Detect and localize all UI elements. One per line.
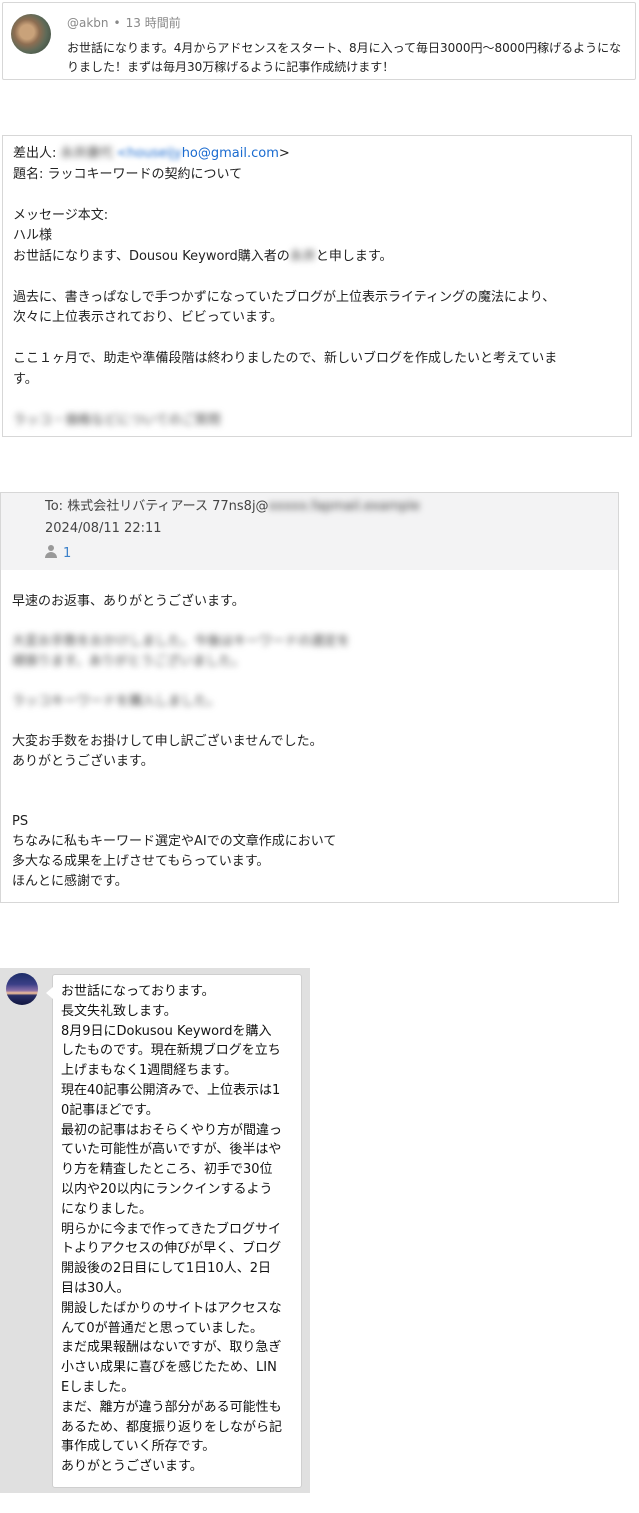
reply-line-redacted: 大変お手数をおかけしました。今後はキーワードの選定を <box>12 634 351 649</box>
chat-line: 小さい成果に喜びを感じたため、LIN <box>61 1360 277 1376</box>
reply-card: To: 株式会社リバティアース 77ns8j@xxxxx.fapmail.exa… <box>0 492 619 903</box>
body-label: メッセージ本文: <box>13 207 109 223</box>
chat-line: したものです。現在新規ブログを立ち <box>61 1043 281 1059</box>
comment-meta: @akbn • 13 時間前 <box>67 14 181 31</box>
to-label: To: 株式会社リバティアース 77ns8j@ <box>45 499 269 514</box>
reply-line: 早速のお返事、ありがとうございます。 <box>12 594 245 609</box>
email-card: 差出人: 永井康代 <houseijyho@gmail.com> 題名: ラッコ… <box>2 135 632 437</box>
recipient-count[interactable]: 1 <box>45 545 71 561</box>
chat-line: 長文失礼致します。 <box>61 1003 177 1019</box>
from-line: 差出人: 永井康代 <houseijyho@gmail.com> <box>13 144 613 165</box>
subject-line: 題名: ラッコキーワードの契約について <box>13 166 243 182</box>
chat-line: Eしました。 <box>61 1379 135 1395</box>
chat-bubble: お世話になっております。 長文失礼致します。 8月9日にDokusou Keyw… <box>46 974 302 1488</box>
chat-line: り方を精査したところ、初手で30位 <box>61 1162 273 1178</box>
chat-line: お世話になっております。 <box>61 984 215 999</box>
chat-line: 目は30人。 <box>61 1280 130 1296</box>
to-line: To: 株式会社リバティアース 77ns8j@xxxxx.fapmail.exa… <box>45 495 420 514</box>
paragraph-2-cont: す。 <box>13 371 38 387</box>
intro-text-end: と申します。 <box>315 248 393 264</box>
chat-line: 8月9日にDokusou Keywordを購入 <box>61 1023 272 1039</box>
chat-line: になりました。 <box>61 1201 153 1217</box>
chat-line: 明らかに今まで作ってきたブログサイ <box>61 1221 281 1237</box>
reply-line-redacted: 頑張ります。ありがとうございました。 <box>12 654 245 669</box>
comment-text: お世話になります。4月からアドセンスをスタート、8月に入って毎日3000円～80… <box>67 41 622 74</box>
chat-line: 現在40記事公開済みで、上位表示は1 <box>61 1082 281 1098</box>
paragraph-2: ここ１ヶ月で、助走や準備段階は終わりましたので、新しいブログを作成したいと考えて… <box>13 351 558 366</box>
reply-line: ちなみに私もキーワード選定やAIでの文章作成において <box>12 834 337 849</box>
avatar[interactable] <box>11 14 51 54</box>
reply-body: 早速のお返事、ありがとうございます。 大変お手数をおかけしました。今後はキーワー… <box>12 592 602 892</box>
from-name-redacted: 永井康代 <box>60 146 113 161</box>
chat-line: まだ成果報酬はないですが、取り急ぎ <box>61 1340 282 1356</box>
to-address-redacted: xxxxx.fapmail.example <box>268 499 420 514</box>
chat-line: んて0が普通だと思っていました。 <box>61 1320 263 1336</box>
from-label: 差出人: <box>13 146 61 161</box>
separator: • <box>113 16 121 30</box>
reply-line: ありがとうございます。 <box>12 754 154 769</box>
paragraph-1-cont: 次々に上位表示されており、ビビっています。 <box>13 310 283 325</box>
intro-line: お世話になります、Dousou Keyword購入者の永井と申します。 <box>13 247 613 268</box>
greeting: ハル様 <box>13 228 53 243</box>
recipient-count-value: 1 <box>63 546 72 561</box>
reply-line: ほんとに感謝です。 <box>12 874 128 889</box>
reply-header: To: 株式会社リバティアース 77ns8j@xxxxx.fapmail.exa… <box>1 493 618 570</box>
username[interactable]: @akbn <box>67 16 109 30</box>
timestamp: 13 時間前 <box>125 16 181 30</box>
reply-line: 多大なる成果を上げさせてもらっています。 <box>12 854 270 869</box>
reply-line: 大変お手数をお掛けして申し訳ございませんでした。 <box>12 734 323 749</box>
intro-text: お世話になります、Dousou Keyword購入者の <box>13 248 290 264</box>
chat-panel: お世話になっております。 長文失礼致します。 8月9日にDokusou Keyw… <box>0 968 310 1493</box>
avatar[interactable] <box>6 973 38 1005</box>
chat-line: ていた可能性が高いですが、後半はや <box>61 1142 282 1158</box>
chat-line: 最初の記事はおそらくやり方が間違っ <box>61 1122 283 1138</box>
chat-line: トよりアクセスの伸びが早く、ブログ <box>61 1241 282 1257</box>
chat-line: 0記事ほどです。 <box>61 1102 159 1118</box>
sent-date: 2024/08/11 22:11 <box>45 521 162 536</box>
chat-line: 開設後の2日目にして1日10人、2日 <box>61 1261 271 1277</box>
chat-line: 事作成していく所存です。 <box>61 1439 216 1455</box>
ps-label: PS <box>12 814 29 829</box>
chat-line: 以内や20以内にランクインするよう <box>61 1181 273 1197</box>
from-address-redacted: <houseijy <box>112 146 182 161</box>
chat-line: 開設したばかりのサイトはアクセスな <box>61 1300 282 1316</box>
chat-message: お世話になっております。 長文失礼致します。 8月9日にDokusou Keyw… <box>61 982 299 1477</box>
person-icon <box>45 545 57 558</box>
reply-line-redacted: ラッコキーワードを購入しました。 <box>12 694 221 709</box>
chat-line: ありがとうございます。 <box>61 1459 203 1475</box>
comment-card: @akbn • 13 時間前 お世話になります。4月からアドセンスをスタート、8月に… <box>2 2 636 80</box>
intro-name-redacted: 永井 <box>289 248 316 264</box>
from-close: > <box>278 146 290 161</box>
chat-line: あるため、都度振り返りをしながら記 <box>61 1419 283 1435</box>
chat-line: まだ、離方が違う部分がある可能性も <box>61 1399 282 1415</box>
paragraph-3-redacted: ラッコ・価格などについてのご質問 <box>13 412 221 428</box>
chat-line: 上げまもなく1週間経ちます。 <box>61 1063 237 1079</box>
from-address[interactable]: ho@gmail.com <box>182 146 279 161</box>
paragraph-1: 過去に、書きっぱなしで手つかずになっていたブログが上位表示ライティングの魔法によ… <box>13 289 556 305</box>
